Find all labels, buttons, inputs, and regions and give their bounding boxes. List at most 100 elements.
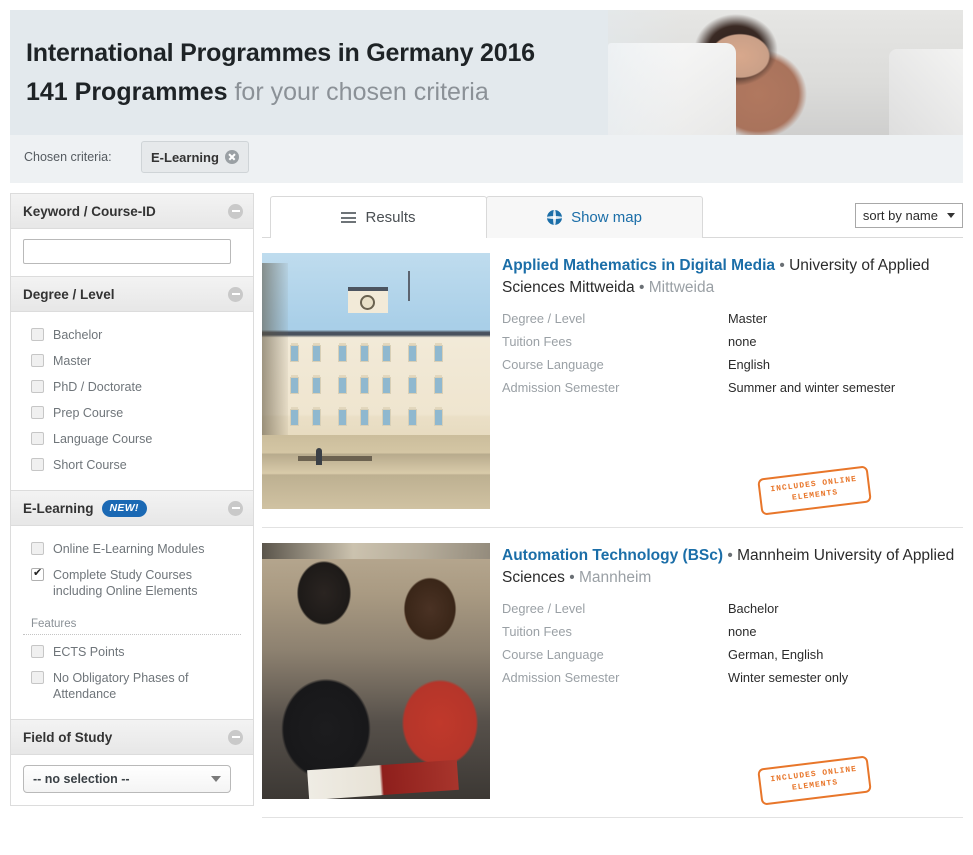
programme-name-link[interactable]: Applied Mathematics in Digital Media <box>502 257 775 274</box>
close-icon[interactable] <box>225 150 239 164</box>
result-item[interactable]: Automation Technology (BSc) • Mannheim U… <box>262 528 963 818</box>
table-row: Degree / Level Master <box>502 307 908 330</box>
collapse-icon[interactable] <box>228 287 243 302</box>
fact-label-language: Course Language <box>502 643 728 666</box>
table-row: Course Language German, English <box>502 643 908 666</box>
result-thumbnail[interactable] <box>262 543 490 799</box>
panel-header-degree[interactable]: Degree / Level <box>11 277 253 312</box>
table-row: Admission Semester Winter semester only <box>502 666 908 689</box>
keyword-input[interactable] <box>23 239 231 264</box>
checkbox-label: Short Course <box>53 457 127 473</box>
new-badge: NEW! <box>102 500 147 517</box>
field-of-study-value: -- no selection -- <box>33 772 130 786</box>
fact-value-language: German, English <box>728 643 908 666</box>
field-of-study-select[interactable]: -- no selection -- <box>23 765 231 793</box>
tab-results[interactable]: Results <box>270 196 487 238</box>
checkbox-icon[interactable] <box>31 645 44 658</box>
criteria-chip-e-learning[interactable]: E-Learning <box>141 141 249 173</box>
result-thumbnail[interactable] <box>262 253 490 509</box>
page-banner: International Programmes in Germany 2016… <box>10 10 963 135</box>
result-heading: Automation Technology (BSc) • Mannheim U… <box>502 545 963 589</box>
filter-checkbox-phd[interactable]: PhD / Doctorate <box>23 374 241 400</box>
filter-checkbox-language-course[interactable]: Language Course <box>23 426 241 452</box>
checkbox-label: Complete Study Courses including Online … <box>53 567 241 599</box>
fact-value-semester: Winter semester only <box>728 666 908 689</box>
filters-sidebar: Keyword / Course-ID Degree / Level Bache… <box>10 193 254 806</box>
fact-label-semester: Admission Semester <box>502 666 728 689</box>
checkbox-icon[interactable] <box>31 380 44 393</box>
ceiling-shape <box>262 543 490 559</box>
filter-checkbox-online-modules[interactable]: Online E-Learning Modules <box>23 536 241 562</box>
panel-body-field-of-study: -- no selection -- <box>11 755 253 805</box>
filter-checkbox-short-course[interactable]: Short Course <box>23 452 241 478</box>
chosen-criteria-bar: Chosen criteria: E-Learning <box>10 135 963 183</box>
collapse-icon[interactable] <box>228 730 243 745</box>
checkbox-label: No Obligatory Phases of Attendance <box>53 670 241 702</box>
results-main: Results Show map sort by name <box>262 193 963 818</box>
checkbox-icon[interactable] <box>31 568 44 581</box>
collapse-icon[interactable] <box>228 204 243 219</box>
person-shape <box>316 448 322 465</box>
chosen-criteria-label: Chosen criteria: <box>24 150 112 164</box>
programme-name-link[interactable]: Automation Technology (BSc) <box>502 547 723 564</box>
fact-value-language: English <box>728 353 908 376</box>
checkbox-icon[interactable] <box>31 328 44 341</box>
globe-icon <box>547 210 562 225</box>
filter-panel-e-learning: E-Learning NEW! Online E-Learning Module… <box>10 491 254 720</box>
hamburger-icon <box>341 212 356 223</box>
checkbox-label: PhD / Doctorate <box>53 379 142 395</box>
filter-checkbox-prep-course[interactable]: Prep Course <box>23 400 241 426</box>
panel-body-degree: Bachelor Master PhD / Doctorate Prep Cou… <box>11 312 253 490</box>
sort-by-select[interactable]: sort by name <box>855 203 963 228</box>
table-row: Degree / Level Bachelor <box>502 597 908 620</box>
filter-checkbox-complete-study-courses[interactable]: Complete Study Courses including Online … <box>23 562 241 604</box>
tab-show-map-label: Show map <box>571 209 642 226</box>
panel-header-keyword[interactable]: Keyword / Course-ID <box>11 194 253 229</box>
tab-show-map[interactable]: Show map <box>486 196 703 238</box>
separator-dot: • <box>779 257 784 274</box>
result-item[interactable]: Applied Mathematics in Digital Media • U… <box>262 238 963 528</box>
filter-checkbox-bachelor[interactable]: Bachelor <box>23 322 241 348</box>
checkbox-icon[interactable] <box>31 671 44 684</box>
mast-shape <box>408 271 410 301</box>
separator-dot: • <box>569 569 574 586</box>
panel-header-field-of-study[interactable]: Field of Study <box>11 720 253 755</box>
panel-title: Keyword / Course-ID <box>23 204 156 219</box>
results-count-suffix: for your chosen criteria <box>234 78 488 106</box>
table-row: Course Language English <box>502 353 908 376</box>
panel-body-e-learning: Online E-Learning Modules Complete Study… <box>11 526 253 719</box>
separator-dot: • <box>727 547 732 564</box>
checkbox-icon[interactable] <box>31 406 44 419</box>
checkbox-icon[interactable] <box>31 542 44 555</box>
results-tabbar: Results Show map sort by name <box>262 193 963 238</box>
filter-panel-keyword: Keyword / Course-ID <box>10 193 254 277</box>
panel-title: E-Learning <box>23 501 94 516</box>
checkbox-icon[interactable] <box>31 432 44 445</box>
checkbox-label: Language Course <box>53 431 152 447</box>
fact-label-tuition: Tuition Fees <box>502 330 728 353</box>
filter-panel-degree: Degree / Level Bachelor Master PhD / Doc… <box>10 277 254 491</box>
checkbox-label: Online E-Learning Modules <box>53 541 204 557</box>
fact-value-degree: Bachelor <box>728 597 908 620</box>
chevron-down-icon <box>947 213 955 218</box>
collapse-icon[interactable] <box>228 501 243 516</box>
panel-body-keyword <box>11 229 253 276</box>
banner-text: International Programmes in Germany 2016… <box>26 38 535 107</box>
result-facts-table: Degree / Level Bachelor Tuition Fees non… <box>502 597 908 689</box>
filter-checkbox-ects-points[interactable]: ECTS Points <box>23 639 241 665</box>
banner-gradient-overlay <box>523 10 683 135</box>
filter-panel-field-of-study: Field of Study -- no selection -- <box>10 720 254 806</box>
checkbox-icon[interactable] <box>31 354 44 367</box>
filter-checkbox-no-obligatory-attendance[interactable]: No Obligatory Phases of Attendance <box>23 665 241 707</box>
table-row: Tuition Fees none <box>502 620 908 643</box>
fact-label-semester: Admission Semester <box>502 376 728 399</box>
city-name: Mittweida <box>649 279 714 296</box>
book-shape <box>307 760 459 799</box>
result-info: Automation Technology (BSc) • Mannheim U… <box>502 543 963 799</box>
tab-results-label: Results <box>365 209 415 226</box>
checkbox-label: ECTS Points <box>53 644 125 660</box>
filter-checkbox-master[interactable]: Master <box>23 348 241 374</box>
fact-value-tuition: none <box>728 330 908 353</box>
checkbox-icon[interactable] <box>31 458 44 471</box>
panel-header-e-learning[interactable]: E-Learning NEW! <box>11 491 253 526</box>
